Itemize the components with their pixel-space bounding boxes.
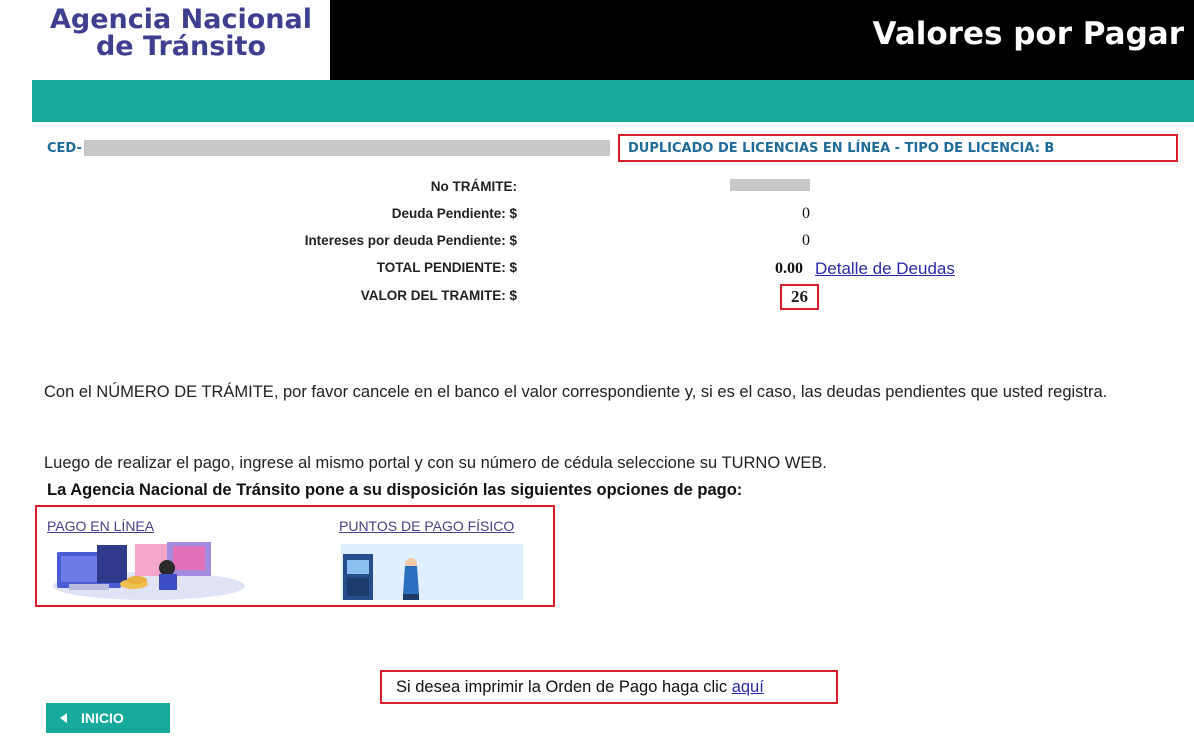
logo-line-2: de Tránsito <box>95 31 267 62</box>
field-label-valor: VALOR DEL TRAMITE: $ <box>360 288 517 303</box>
instruction-paragraph-2: Luego de realizar el pago, ingrese al mi… <box>44 454 827 472</box>
redacted-id <box>84 140 610 156</box>
online-payment-illustration[interactable] <box>49 540 249 600</box>
home-button[interactable]: INICIO <box>46 703 170 733</box>
physical-payment-illustration[interactable] <box>341 544 523 600</box>
physical-payment-link[interactable]: PUNTOS DE PAGO FÍSICO <box>339 518 514 534</box>
payment-options-box: PAGO EN LÍNEA PUNTOS DE PAGO FÍSICO <box>35 505 555 607</box>
field-label-total: TOTAL PENDIENTE: $ <box>376 260 517 275</box>
page-title: Valores por Pagar <box>872 16 1184 52</box>
instruction-paragraph-1: Con el NÚMERO DE TRÁMITE, por favor canc… <box>44 383 1108 401</box>
redacted-tramite <box>730 179 810 191</box>
field-label-intereses: Intereses por deuda Pendiente: $ <box>304 233 517 248</box>
print-order-link[interactable]: aquí <box>732 678 764 696</box>
home-button-label: INICIO <box>81 710 124 726</box>
teal-banner <box>32 80 1194 122</box>
payment-options-title: La Agencia Nacional de Tránsito pone a s… <box>47 481 743 499</box>
license-title: DUPLICADO DE LICENCIAS EN LÍNEA - TIPO D… <box>618 134 1178 162</box>
print-order-box: Si desea imprimir la Orden de Pago haga … <box>380 670 838 704</box>
ced-label: CED- <box>47 141 82 156</box>
online-payment-link[interactable]: PAGO EN LÍNEA <box>47 518 154 534</box>
field-value-deuda: 0 <box>802 205 810 222</box>
field-value-total: 0.00 <box>775 260 803 277</box>
field-value-intereses: 0 <box>802 232 810 249</box>
print-order-text: Si desea imprimir la Orden de Pago haga … <box>396 678 728 696</box>
debt-detail-link[interactable]: Detalle de Deudas <box>815 259 955 279</box>
header-bar: Valores por Pagar <box>330 0 1194 80</box>
field-label-tramite: No TRÁMITE: <box>430 179 517 194</box>
agency-logo: Agencia Nacional de Tránsito <box>32 0 330 80</box>
logo-line-1: Agencia Nacional <box>50 4 312 35</box>
field-value-valor: 26 <box>780 284 819 310</box>
field-label-deuda: Deuda Pendiente: $ <box>391 206 517 221</box>
back-arrow-icon <box>60 713 67 723</box>
